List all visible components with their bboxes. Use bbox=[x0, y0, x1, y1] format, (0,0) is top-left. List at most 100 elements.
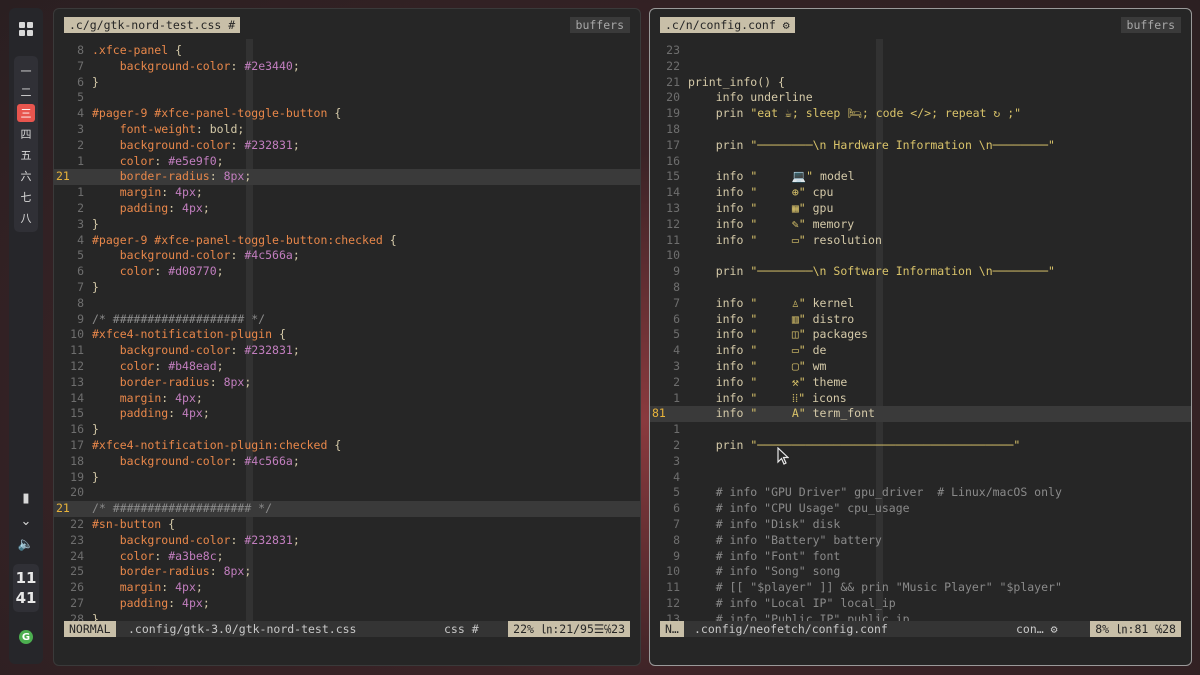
code-line[interactable]: 4 #pager-9 #xfce-panel-toggle-button { bbox=[54, 106, 640, 122]
code-line[interactable]: 19 prin "eat ☕; sleep 🛏; code </>; repea… bbox=[650, 106, 1191, 122]
buffers-label[interactable]: buffers bbox=[1120, 17, 1181, 33]
workspace-button[interactable]: 五 bbox=[17, 146, 35, 164]
code-line[interactable]: 7 # info "Disk" disk bbox=[650, 517, 1191, 533]
code-line[interactable]: 25 border-radius: 8px; bbox=[54, 564, 640, 580]
editor-window-left[interactable]: .c/g/gtk-nord-test.css # buffers 8 .xfce-… bbox=[53, 8, 641, 666]
code-line[interactable]: 9 /* ################### */ bbox=[54, 312, 640, 328]
workspace-button[interactable]: 四 bbox=[17, 125, 35, 143]
code-line[interactable]: 5 background-color: #4c566a; bbox=[54, 248, 640, 264]
code-line[interactable]: 12 # info "Local IP" local_ip bbox=[650, 596, 1191, 612]
workspace-button[interactable]: 七 bbox=[17, 188, 35, 206]
code-line[interactable]: 21 print_info() { bbox=[650, 75, 1191, 91]
code-line[interactable]: 5 info " ◫" packages bbox=[650, 327, 1191, 343]
code-area[interactable]: 8 .xfce-panel {7 background-color: #2e344… bbox=[54, 43, 640, 627]
code-line[interactable]: 6} bbox=[54, 75, 640, 91]
code-line[interactable]: 5 bbox=[54, 90, 640, 106]
code-line[interactable]: 10 bbox=[650, 248, 1191, 264]
code-line[interactable]: 27 padding: 4px; bbox=[54, 596, 640, 612]
code-area[interactable]: 23 22 21 print_info() {20 info underline 19 … bbox=[650, 43, 1191, 627]
code-line[interactable]: 8 # info "Battery" battery bbox=[650, 533, 1191, 549]
code-line[interactable]: 23 background-color: #232831; bbox=[54, 533, 640, 549]
line-text: color: #d08770; bbox=[119, 264, 224, 279]
code-line[interactable]: 16} bbox=[54, 422, 640, 438]
workspace-button[interactable]: 二 bbox=[17, 83, 35, 101]
line-number: 25 bbox=[70, 564, 84, 579]
buffer-tab[interactable]: .c/n/config.conf ⚙ bbox=[660, 17, 795, 33]
volume-icon[interactable]: 🔈 bbox=[18, 537, 34, 552]
code-line[interactable]: 6 # info "CPU Usage" cpu_usage bbox=[650, 501, 1191, 517]
code-line[interactable]: 2 info " ⚒" theme bbox=[650, 375, 1191, 391]
code-line[interactable]: 13 info " ▦" gpu bbox=[650, 201, 1191, 217]
workspace-button[interactable]: 六 bbox=[17, 167, 35, 185]
code-line[interactable]: 17 prin "────────\n Hardware Information… bbox=[650, 138, 1191, 154]
code-line[interactable]: 7 info " ♙" kernel bbox=[650, 296, 1191, 312]
code-line[interactable]: 15 info " 💻" model bbox=[650, 169, 1191, 185]
code-line[interactable]: 14 info " ⊕" cpu bbox=[650, 185, 1191, 201]
buffer-tab[interactable]: .c/g/gtk-nord-test.css # bbox=[64, 17, 241, 33]
code-line[interactable]: 17 #xfce4-notification-plugin:checked { bbox=[54, 438, 640, 454]
code-line[interactable]: 14 margin: 4px; bbox=[54, 391, 640, 407]
code-line[interactable]: 9 prin "────────\n Software Information … bbox=[650, 264, 1191, 280]
code-line[interactable]: 21 /* #################### */ bbox=[54, 501, 640, 517]
code-line[interactable]: 24 color: #a3be8c; bbox=[54, 549, 640, 565]
code-line[interactable]: 2 prin "────────────────────────────────… bbox=[650, 438, 1191, 454]
chevron-down-icon[interactable]: ⌄ bbox=[21, 514, 32, 529]
code-line[interactable]: 11 background-color: #232831; bbox=[54, 343, 640, 359]
code-line[interactable]: 13 border-radius: 8px; bbox=[54, 375, 640, 391]
code-line[interactable]: 5 # info "GPU Driver" gpu_driver # Linux… bbox=[650, 485, 1191, 501]
buffers-label[interactable]: buffers bbox=[569, 17, 630, 33]
code-line[interactable]: 20 bbox=[54, 485, 640, 501]
code-line[interactable]: 1 bbox=[650, 422, 1191, 438]
status-icon[interactable]: G bbox=[19, 630, 33, 644]
code-line[interactable]: 7 background-color: #2e3440; bbox=[54, 59, 640, 75]
code-line[interactable]: 3 bbox=[650, 454, 1191, 470]
code-line[interactable]: 20 info underline bbox=[650, 90, 1191, 106]
workspace-button[interactable]: 三 bbox=[17, 103, 35, 122]
code-line[interactable]: 1 margin: 4px; bbox=[54, 185, 640, 201]
code-line[interactable]: 1 color: #e5e9f0; bbox=[54, 154, 640, 170]
code-line[interactable]: 3} bbox=[54, 217, 640, 233]
code-line[interactable]: 15 padding: 4px; bbox=[54, 406, 640, 422]
code-line[interactable]: 8 .xfce-panel { bbox=[54, 43, 640, 59]
code-line[interactable]: 12 color: #b48ead; bbox=[54, 359, 640, 375]
code-line[interactable]: 11 # [[ "$player" ]] && prin "Music Play… bbox=[650, 580, 1191, 596]
code-line[interactable]: 26 margin: 4px; bbox=[54, 580, 640, 596]
apps-grid-icon[interactable] bbox=[19, 22, 33, 36]
code-line[interactable]: 7} bbox=[54, 280, 640, 296]
code-line[interactable]: 4 #pager-9 #xfce-panel-toggle-button:chec… bbox=[54, 233, 640, 249]
editor-window-right[interactable]: .c/n/config.conf ⚙ buffers 23 22 21 print_i… bbox=[649, 8, 1192, 666]
code-line[interactable]: 2 background-color: #232831; bbox=[54, 138, 640, 154]
workspace-button[interactable]: 八 bbox=[17, 209, 35, 227]
code-line[interactable]: 1 info " ⁞⁞" icons bbox=[650, 391, 1191, 407]
code-line[interactable]: 12 info " ✎" memory bbox=[650, 217, 1191, 233]
cursor-position: 8% ㏑:81 ℅28 bbox=[1090, 621, 1181, 637]
code-line[interactable]: 9 # info "Font" font bbox=[650, 549, 1191, 565]
code-line[interactable]: 18 background-color: #4c566a; bbox=[54, 454, 640, 470]
code-line[interactable]: 6 info " ▥" distro bbox=[650, 312, 1191, 328]
code-line[interactable]: 4 bbox=[650, 470, 1191, 486]
code-line[interactable]: 16 bbox=[650, 154, 1191, 170]
code-line[interactable]: 23 bbox=[650, 43, 1191, 59]
line-number: 11 bbox=[666, 232, 680, 247]
code-line[interactable]: 8 bbox=[650, 280, 1191, 296]
file-path: .config/neofetch/config.conf bbox=[694, 622, 888, 636]
code-line[interactable]: 4 info " ▭" de bbox=[650, 343, 1191, 359]
code-line[interactable]: 21 border-radius: 8px; bbox=[54, 169, 640, 186]
code-line[interactable]: 3 font-weight: bold; bbox=[54, 122, 640, 138]
code-line[interactable]: 3 info " ▢" wm bbox=[650, 359, 1191, 375]
code-line[interactable]: 81 info " A" term_font bbox=[650, 406, 1191, 423]
code-line[interactable]: 6 color: #d08770; bbox=[54, 264, 640, 280]
code-line[interactable]: 10 # info "Song" song bbox=[650, 564, 1191, 580]
workspace-button[interactable]: 一 bbox=[17, 62, 35, 80]
code-line[interactable]: 10 #xfce4-notification-plugin { bbox=[54, 327, 640, 343]
code-line[interactable]: 22 bbox=[650, 59, 1191, 75]
code-line[interactable]: 8 bbox=[54, 296, 640, 312]
code-line[interactable]: 19} bbox=[54, 470, 640, 486]
code-line[interactable]: 2 padding: 4px; bbox=[54, 201, 640, 217]
code-line[interactable]: 11 info " ▭" resolution bbox=[650, 233, 1191, 249]
code-line[interactable]: 18 bbox=[650, 122, 1191, 138]
code-line[interactable]: 22 #sn-button { bbox=[54, 517, 640, 533]
battery-icon[interactable]: ▮ bbox=[22, 491, 29, 506]
clock[interactable]: 11 41 bbox=[13, 564, 39, 612]
line-text: padding: 4px; bbox=[119, 200, 210, 215]
